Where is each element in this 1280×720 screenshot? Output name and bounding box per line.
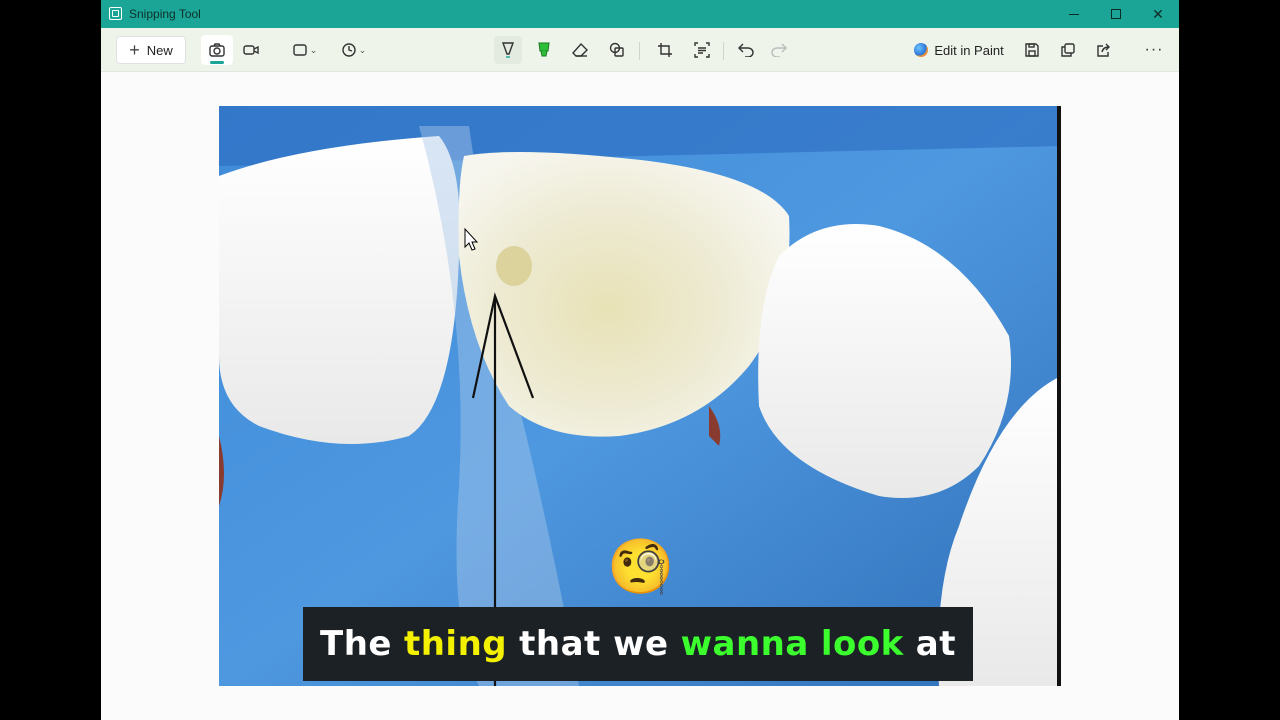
shapes-button[interactable] <box>603 36 631 64</box>
subtitle-caption: The thing that we wanna look at <box>303 607 973 681</box>
minimize-icon <box>1069 13 1079 15</box>
chevron-down-icon: ⌄ <box>358 44 367 55</box>
redo-button[interactable] <box>765 36 793 64</box>
monocle-face-emoji: 🧐 <box>607 537 675 597</box>
share-icon <box>1097 43 1110 57</box>
chevron-down-icon: ⌄ <box>309 44 318 55</box>
caption-word-highlighted: look <box>820 624 904 664</box>
rectangle-mode-icon <box>293 44 307 56</box>
more-icon: ··· <box>1144 41 1164 58</box>
caption-word-highlighted: wanna <box>680 624 809 664</box>
new-snip-button[interactable]: + New <box>116 36 186 64</box>
video-icon <box>243 45 259 55</box>
snipping-tool-window: Snipping Tool ✕ + New ⌄ ⌄ Edit in Paint … <box>101 0 1179 720</box>
paint-icon <box>914 43 929 57</box>
record-mode-button[interactable] <box>235 35 267 65</box>
share-button[interactable] <box>1090 36 1118 64</box>
screenshot-mode-button[interactable] <box>201 35 233 65</box>
caption-word: that we <box>519 624 669 664</box>
toolbar-divider <box>723 42 724 60</box>
minimize-button[interactable] <box>1053 0 1095 28</box>
snip-shape-dropdown[interactable]: ⌄ <box>289 36 321 64</box>
edit-in-paint-label: Edit in Paint <box>934 42 1004 58</box>
undo-button[interactable] <box>732 36 760 64</box>
copy-icon <box>1061 43 1075 57</box>
delay-timer-dropdown[interactable]: ⌄ <box>337 36 371 64</box>
highlighter-icon <box>538 42 550 57</box>
more-options-button[interactable]: ··· <box>1140 36 1168 64</box>
capture-mode-toggle <box>201 35 271 65</box>
save-button[interactable] <box>1018 36 1046 64</box>
copy-button[interactable] <box>1054 36 1082 64</box>
maximize-icon <box>1111 9 1121 19</box>
maximize-button[interactable] <box>1095 0 1137 28</box>
eraser-icon <box>572 43 588 57</box>
text-actions-button[interactable] <box>688 36 716 64</box>
crop-button[interactable] <box>651 36 679 64</box>
highlighter-button[interactable] <box>530 36 558 64</box>
toolbar: + New ⌄ ⌄ Edit in Paint ··· <box>101 28 1179 72</box>
close-icon: ✕ <box>1152 5 1164 22</box>
snipping-tool-app-icon <box>109 7 122 20</box>
new-label: New <box>146 42 173 58</box>
redo-icon <box>771 43 787 57</box>
text-actions-icon <box>694 42 710 58</box>
ballpoint-pen-button[interactable] <box>494 36 522 64</box>
save-icon <box>1025 43 1039 57</box>
caption-word-highlighted: thing <box>403 624 508 664</box>
crop-icon <box>658 43 672 57</box>
screenshot-canvas: 🧐 The thing that we wanna look at <box>101 72 1179 720</box>
window-title: Snipping Tool <box>129 7 201 21</box>
shapes-icon <box>609 42 624 57</box>
edit-in-paint-button[interactable]: Edit in Paint <box>913 36 1005 64</box>
eraser-button[interactable] <box>566 36 594 64</box>
ballpoint-pen-icon <box>502 42 514 58</box>
caption-word: The <box>320 624 392 664</box>
undo-icon <box>738 43 754 57</box>
toolbar-divider <box>639 42 640 60</box>
caption-word: at <box>915 624 956 664</box>
camera-icon <box>209 43 225 57</box>
timer-icon <box>342 43 356 57</box>
plus-icon: + <box>129 40 140 60</box>
title-bar: Snipping Tool ✕ <box>101 0 1179 28</box>
close-button[interactable]: ✕ <box>1137 0 1179 28</box>
